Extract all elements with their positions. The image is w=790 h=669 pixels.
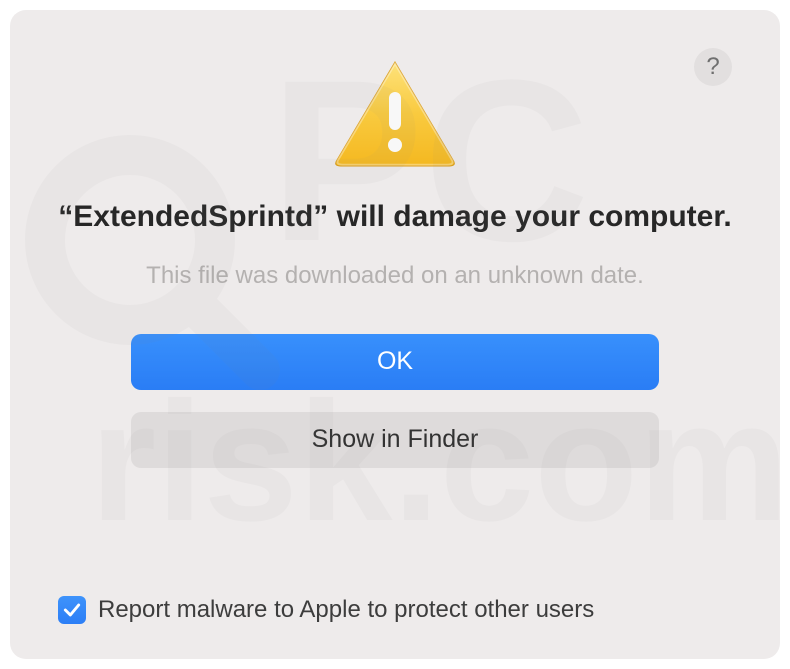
report-malware-checkbox[interactable] xyxy=(58,596,86,624)
checkmark-icon xyxy=(62,600,82,620)
warning-icon xyxy=(331,56,459,168)
report-malware-label: Report malware to Apple to protect other… xyxy=(98,596,594,624)
alert-dialog: PC risk.com ? “ExtendedSprintd” will dam… xyxy=(10,10,780,659)
help-button[interactable]: ? xyxy=(694,48,732,86)
show-in-finder-button[interactable]: Show in Finder xyxy=(131,412,659,468)
dialog-title: “ExtendedSprintd” will damage your compu… xyxy=(58,198,731,236)
dialog-subtitle: This file was downloaded on an unknown d… xyxy=(146,262,644,290)
help-icon: ? xyxy=(706,53,719,81)
button-group: OK Show in Finder xyxy=(131,334,659,468)
report-malware-row: Report malware to Apple to protect other… xyxy=(58,596,594,624)
ok-button[interactable]: OK xyxy=(131,334,659,390)
